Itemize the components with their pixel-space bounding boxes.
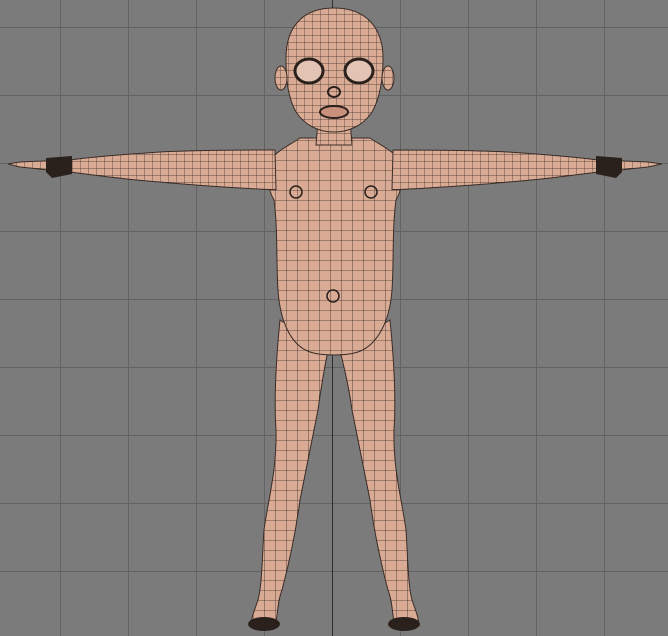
left-foot: [248, 617, 280, 631]
3d-viewport[interactable]: [0, 0, 668, 636]
right-leg: [339, 319, 419, 630]
left-ear: [274, 65, 288, 91]
right-ear: [381, 65, 395, 91]
right-foot: [388, 617, 420, 631]
left-leg: [251, 319, 329, 630]
torso: [267, 137, 403, 356]
mouth: [319, 105, 349, 119]
right-hand: [596, 156, 622, 178]
right-eye: [343, 57, 375, 85]
left-eye: [293, 57, 325, 85]
left-hand: [46, 156, 72, 178]
character-mesh[interactable]: [0, 0, 668, 636]
